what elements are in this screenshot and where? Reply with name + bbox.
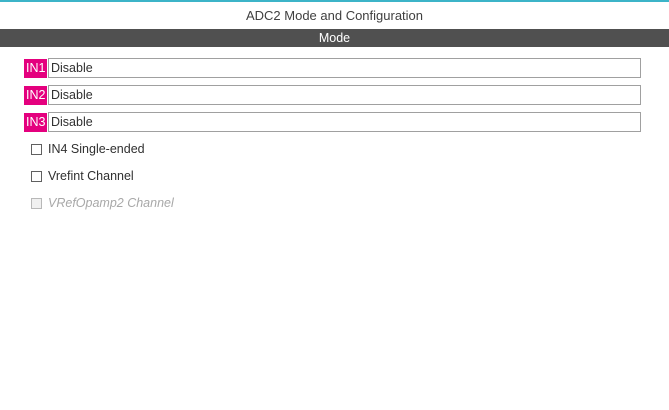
vrefint-channel-label: Vrefint Channel [48, 169, 134, 183]
in4-single-ended-option[interactable]: IN4 Single-ended [31, 141, 145, 157]
in1-mode-value: Disable [51, 61, 93, 75]
in3-mode-value: Disable [51, 115, 93, 129]
vrefopamp2-channel-option: VRefOpamp2 Channel [31, 195, 174, 211]
in4-single-ended-label: IN4 Single-ended [48, 142, 145, 156]
channel-row-in2: IN2 [24, 84, 48, 106]
in4-single-ended-checkbox[interactable] [31, 143, 42, 155]
pin-label-in3: IN3 [24, 112, 48, 132]
channel-row-in1: IN1 [24, 57, 48, 79]
channel-row-in3: IN3 [24, 111, 48, 133]
window-title: ADC2 Mode and Configuration [0, 2, 669, 29]
vrefint-channel-checkbox[interactable] [31, 170, 42, 182]
window-title-text: ADC2 Mode and Configuration [245, 8, 424, 23]
vrefopamp2-channel-label: VRefOpamp2 Channel [48, 196, 174, 210]
in1-mode-select[interactable]: Disable [48, 58, 641, 78]
pin-label-in1: IN1 [24, 58, 48, 78]
vrefopamp2-channel-checkbox [31, 197, 42, 209]
in3-mode-select[interactable]: Disable [48, 112, 641, 132]
mode-section-header[interactable]: Mode [0, 29, 669, 47]
in2-mode-value: Disable [51, 88, 93, 102]
pin-label-in2: IN2 [24, 85, 48, 105]
in2-mode-select[interactable]: Disable [48, 85, 641, 105]
mode-section-title: Mode [318, 31, 351, 45]
vrefint-channel-option[interactable]: Vrefint Channel [31, 168, 134, 184]
